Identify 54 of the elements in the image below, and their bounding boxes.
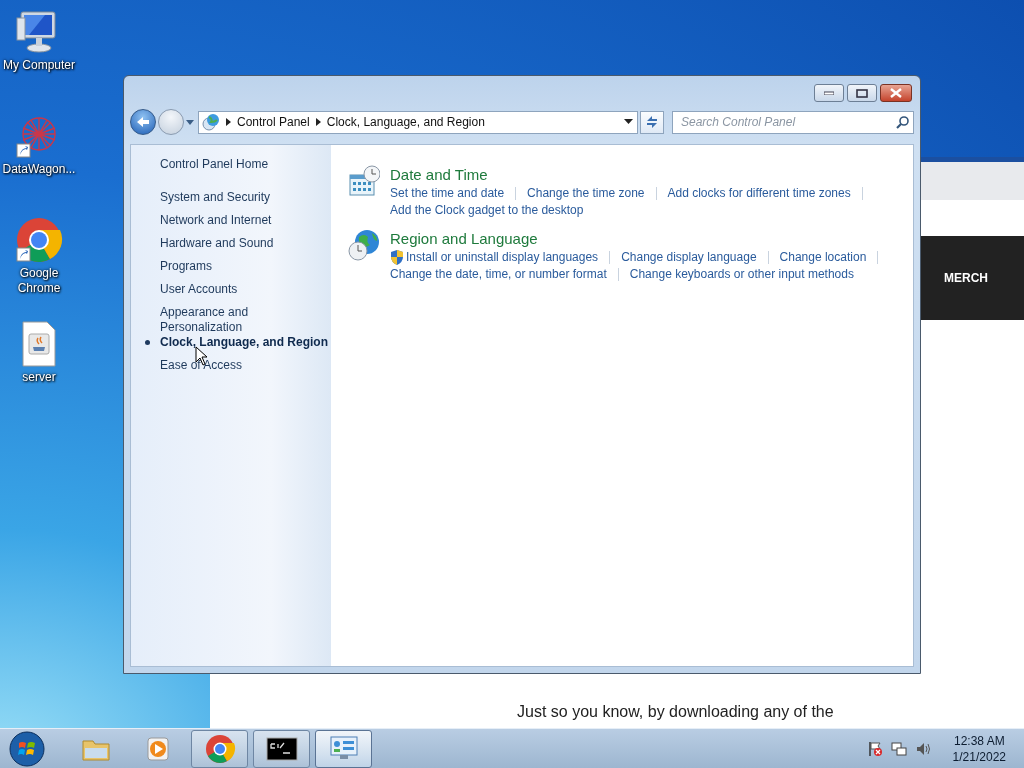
task-link[interactable]: Change display language: [621, 249, 757, 266]
sidebar-link[interactable]: System and Security: [160, 190, 271, 205]
clock[interactable]: 12:38 AM 1/21/2022: [952, 732, 1006, 765]
minimize-icon: [824, 91, 834, 95]
network-icon[interactable]: [890, 740, 907, 757]
maximize-button[interactable]: [847, 84, 877, 102]
start-button[interactable]: [7, 729, 47, 768]
task-link[interactable]: Add the Clock gadget to the desktop: [390, 202, 584, 219]
sidebar-link[interactable]: Appearance and Personalization: [160, 305, 270, 335]
chevron-icon[interactable]: [315, 118, 321, 126]
taskbar-button[interactable]: [253, 729, 310, 768]
chevron-icon[interactable]: [226, 118, 231, 126]
refresh-button[interactable]: [640, 110, 664, 134]
back-arrow-icon: [136, 116, 150, 128]
close-icon: [890, 88, 902, 98]
calendar-clock-icon: [348, 165, 380, 197]
desktop-shortcut[interactable]: My Computer: [0, 8, 78, 112]
nav-link[interactable]: MERCH: [944, 269, 988, 287]
sidebar-link[interactable]: Network and Internet: [160, 213, 272, 228]
sidebar-link[interactable]: User Accounts: [160, 282, 238, 297]
flag-icon[interactable]: [866, 740, 883, 757]
task-link[interactable]: Change keyboards or other input methods: [629, 266, 854, 283]
search-icon: [896, 115, 909, 129]
task-link[interactable]: Add clocks for different time zones: [667, 185, 851, 202]
task-link[interactable]: Install or uninstall display languages: [390, 249, 599, 266]
refresh-icon: [645, 115, 659, 129]
task-link[interactable]: Change the time zone: [527, 185, 645, 202]
sidebar-link[interactable]: Control Panel Home: [160, 157, 269, 172]
category-link[interactable]: Region and Language: [390, 229, 538, 248]
dropdown-caret-icon[interactable]: [624, 119, 633, 125]
minimize-button[interactable]: [814, 84, 844, 102]
chrome-icon: [203, 732, 236, 765]
search-field[interactable]: Search Control Panel: [672, 110, 914, 134]
paragraph: Just so you know, by downloading any of the: [517, 702, 835, 722]
close-button[interactable]: [880, 84, 912, 102]
breadcrumb-link[interactable]: Clock, Language, and Region: [326, 113, 485, 131]
control-panel-icon: [202, 113, 220, 131]
task-link[interactable]: Change location: [779, 249, 867, 266]
back-button[interactable]: [130, 109, 156, 135]
windows-logo-icon: [9, 730, 45, 767]
task-link[interactable]: Set the time and date: [390, 185, 505, 202]
sidebar-link[interactable]: Programs: [160, 259, 212, 274]
sidebar-link[interactable]: Clock, Language, and Region: [160, 335, 329, 350]
globe-clock-icon: [348, 229, 380, 261]
desktop-shortcut[interactable]: Google Chrome: [0, 216, 78, 320]
address-bar[interactable]: Control Panel Clock, Language, and Region: [198, 110, 638, 134]
chrome-icon: [15, 216, 63, 264]
desktop-shortcut[interactable]: DataWagon...: [0, 112, 78, 216]
sidebar-link[interactable]: Hardware and Sound: [160, 236, 274, 251]
breadcrumb-link[interactable]: Control Panel: [237, 113, 310, 131]
sidebar-link[interactable]: Ease of Access: [160, 358, 243, 373]
category-link[interactable]: Date and Time: [390, 165, 488, 184]
maximize-icon: [856, 88, 868, 98]
task-link[interactable]: Change the date, time, or number format: [390, 266, 607, 283]
